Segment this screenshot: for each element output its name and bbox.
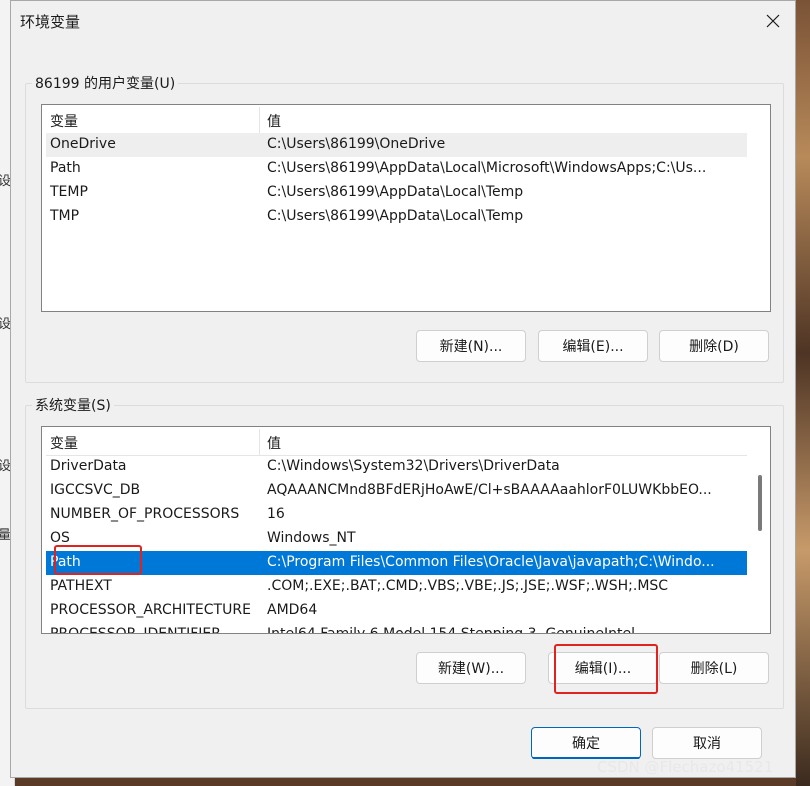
variable-name: OS xyxy=(50,530,70,546)
variable-name: PROCESSOR_IDENTIFIER xyxy=(50,626,221,634)
user-delete-button[interactable]: 删除(D) xyxy=(659,330,769,362)
list-item[interactable]: TMP C:\Users\86199\AppData\Local\Temp xyxy=(46,205,747,229)
scrollbar-thumb[interactable] xyxy=(758,475,762,531)
column-header-value[interactable]: 值 xyxy=(267,111,281,131)
variable-value: AQAAANCMnd8BFdERjHoAwE/Cl+sBAAAAaahlorF0… xyxy=(267,482,712,498)
column-divider[interactable] xyxy=(259,107,260,133)
dialog-title: 环境变量 xyxy=(20,13,81,31)
variable-name: Path xyxy=(50,554,81,570)
cancel-button[interactable]: 取消 xyxy=(652,727,762,759)
user-edit-button[interactable]: 编辑(E)... xyxy=(538,330,648,362)
desktop-wallpaper xyxy=(796,0,810,786)
list-item[interactable]: TEMP C:\Users\86199\AppData\Local\Temp xyxy=(46,181,747,205)
variable-name: Path xyxy=(50,160,81,176)
column-header-variable[interactable]: 变量 xyxy=(50,433,78,453)
variable-value: .COM;.EXE;.BAT;.CMD;.VBS;.VBE;.JS;.JSE;.… xyxy=(267,578,669,594)
user-variables-legend: 86199 的用户变量(U) xyxy=(35,76,176,92)
variable-value: Intel64 Family 6 Model 154 Stepping 3, G… xyxy=(267,626,636,634)
system-new-button[interactable]: 新建(W)... xyxy=(416,652,526,684)
variable-name: IGCCSVC_DB xyxy=(50,482,141,498)
close-button[interactable] xyxy=(753,3,793,39)
list-item[interactable]: NUMBER_OF_PROCESSORS 16 xyxy=(46,503,747,527)
variable-value: C:\Users\86199\AppData\Local\Temp xyxy=(267,184,524,200)
variable-name: PATHEXT xyxy=(50,578,112,594)
system-variables-list[interactable]: 变量 值 DriverData C:\Windows\System32\Driv… xyxy=(41,426,771,634)
list-item[interactable]: DriverData C:\Windows\System32\Drivers\D… xyxy=(46,455,747,479)
variable-name: TEMP xyxy=(50,184,88,200)
variable-value: 16 xyxy=(267,506,285,522)
list-header: 变量 值 xyxy=(46,107,747,134)
list-item[interactable]: OS Windows_NT xyxy=(46,527,747,551)
column-header-value[interactable]: 值 xyxy=(267,433,281,453)
list-item[interactable]: PROCESSOR_IDENTIFIER Intel64 Family 6 Mo… xyxy=(46,623,747,634)
close-icon xyxy=(766,14,780,28)
environment-variables-dialog: 环境变量 86199 的用户变量(U) 变量 值 OneDrive C:\Use… xyxy=(10,0,796,778)
list-item[interactable]: Path C:\Users\86199\AppData\Local\Micros… xyxy=(46,157,747,181)
variable-value: C:\Users\86199\AppData\Local\Temp xyxy=(267,208,524,224)
variable-value: C:\Windows\System32\Drivers\DriverData xyxy=(267,458,560,474)
list-item[interactable]: PATHEXT .COM;.EXE;.BAT;.CMD;.VBS;.VBE;.J… xyxy=(46,575,747,599)
user-variables-list[interactable]: 变量 值 OneDrive C:\Users\86199\OneDrive Pa… xyxy=(41,104,771,312)
list-item[interactable]: OneDrive C:\Users\86199\OneDrive xyxy=(46,133,747,157)
ok-button[interactable]: 确定 xyxy=(531,727,641,759)
user-new-button[interactable]: 新建(N)... xyxy=(416,330,526,362)
system-edit-button[interactable]: 编辑(I)... xyxy=(548,652,658,684)
title-bar: 环境变量 xyxy=(11,1,795,41)
watermark: CSDN @Flechazo41521 xyxy=(597,758,774,776)
list-item[interactable]: IGCCSVC_DB AQAAANCMnd8BFdERjHoAwE/Cl+sBA… xyxy=(46,479,747,503)
variable-name: TMP xyxy=(50,208,80,224)
list-header: 变量 值 xyxy=(46,429,747,456)
variable-name: DriverData xyxy=(50,458,127,474)
variable-name: PROCESSOR_ARCHITECTURE xyxy=(50,602,251,618)
system-variables-legend: 系统变量(S) xyxy=(35,398,111,414)
variable-name: NUMBER_OF_PROCESSORS xyxy=(50,506,240,522)
vertical-scrollbar[interactable] xyxy=(751,429,768,631)
variable-name: OneDrive xyxy=(50,136,116,152)
variable-value: C:\Users\86199\AppData\Local\Microsoft\W… xyxy=(267,160,707,176)
list-item-selected[interactable]: Path C:\Program Files\Common Files\Oracl… xyxy=(46,551,747,575)
variable-value: AMD64 xyxy=(267,602,318,618)
variable-value: C:\Program Files\Common Files\Oracle\Jav… xyxy=(267,554,715,570)
column-divider[interactable] xyxy=(259,429,260,455)
system-delete-button[interactable]: 删除(L) xyxy=(659,652,769,684)
column-header-variable[interactable]: 变量 xyxy=(50,111,78,131)
variable-value: C:\Users\86199\OneDrive xyxy=(267,136,446,152)
list-item[interactable]: PROCESSOR_ARCHITECTURE AMD64 xyxy=(46,599,747,623)
variable-value: Windows_NT xyxy=(267,530,356,546)
